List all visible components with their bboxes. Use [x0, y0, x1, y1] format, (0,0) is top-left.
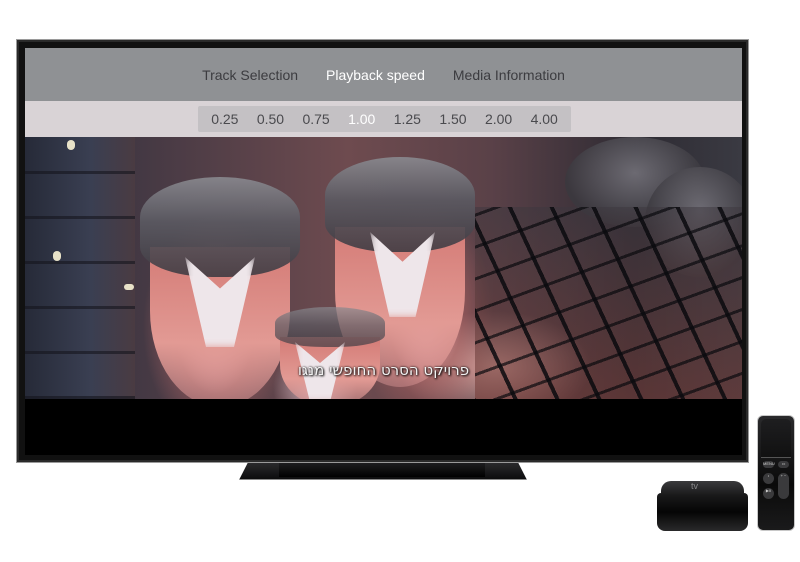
apple-tv-logo-icon: tv [691, 481, 699, 491]
rocket-nozzle [140, 177, 300, 277]
lamp-light [53, 251, 61, 261]
remote-menu-button[interactable]: MENU [763, 461, 775, 468]
speed-option-2.00[interactable]: 2.00 [485, 111, 512, 127]
apple-tv-body [657, 493, 748, 531]
speed-option-1.50[interactable]: 1.50 [439, 111, 466, 127]
scaffold-structure [25, 137, 135, 399]
remote-touch-surface[interactable] [761, 419, 791, 458]
subtitle-text: פרויקט הסרט החופשי מנגו [297, 361, 470, 379]
remote-volume-button[interactable]: + − [778, 473, 789, 499]
speed-option-1.25[interactable]: 1.25 [394, 111, 421, 127]
tab-media-information[interactable]: Media Information [453, 67, 565, 83]
apple-tv-top: tv [661, 481, 744, 495]
tv-screen: Track Selection Playback speed Media Inf… [25, 48, 742, 455]
siri-remote: MENU ▭ • + − ▶II [757, 415, 795, 531]
television: Track Selection Playback speed Media Inf… [16, 39, 749, 463]
tv-stand [239, 463, 527, 480]
video-frame[interactable]: פרויקט הסרט החופשי מנגו [25, 137, 742, 399]
apple-tv-box: tv [657, 481, 748, 531]
lamp-light [67, 140, 75, 150]
speed-option-0.25[interactable]: 0.25 [211, 111, 238, 127]
playback-speed-selector: 0.25 0.50 0.75 1.00 1.25 1.50 2.00 4.00 [198, 106, 571, 132]
remote-siri-button[interactable]: • [763, 473, 774, 484]
tv-stand-base [279, 463, 485, 477]
playback-speed-panel: 0.25 0.50 0.75 1.00 1.25 1.50 2.00 4.00 [25, 101, 742, 137]
lamp-light [124, 284, 134, 290]
speed-option-0.50[interactable]: 0.50 [257, 111, 284, 127]
info-panel-tabs: Track Selection Playback speed Media Inf… [25, 48, 742, 101]
speed-option-4.00[interactable]: 4.00 [531, 111, 558, 127]
speed-option-0.75[interactable]: 0.75 [302, 111, 329, 127]
remote-play-pause-button[interactable]: ▶II [763, 488, 774, 499]
rocket-nozzle [275, 307, 385, 347]
tab-track-selection[interactable]: Track Selection [202, 67, 298, 83]
tab-playback-speed[interactable]: Playback speed [326, 67, 425, 83]
remote-home-button[interactable]: ▭ [778, 461, 789, 468]
rocket-nozzle [325, 157, 475, 252]
speed-option-1.00[interactable]: 1.00 [348, 111, 375, 127]
